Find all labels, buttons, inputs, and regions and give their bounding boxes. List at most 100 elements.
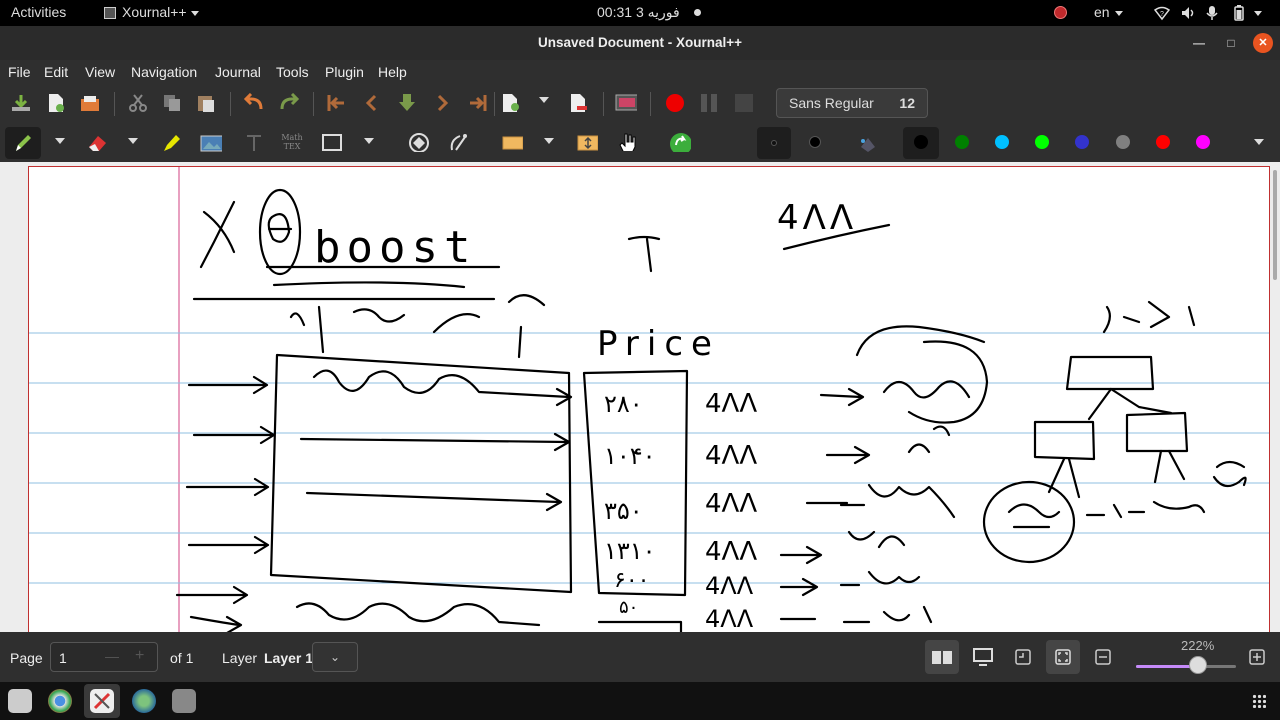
menu-bar: File Edit View Navigation Journal Tools … [0,60,1280,84]
menu-navigation[interactable]: Navigation [131,64,197,80]
insert-page-icon[interactable] [500,93,522,113]
font-selector-button[interactable]: Sans Regular 12 [776,88,928,118]
minimize-button[interactable]: — [1189,33,1209,53]
previous-page-icon[interactable] [361,93,383,113]
ink-top-note: 4ΛΛ [777,198,857,238]
presentation-mode-icon[interactable] [615,93,637,113]
ink-row-value-2: 4ΛΛ [705,441,757,471]
open-folder-icon[interactable] [79,93,101,113]
zoom-in-button[interactable] [1240,640,1274,674]
page-sheet[interactable]: boost Price ۲۸۰ ۱۰۴۰ ۳۵۰ ۱۳۱۰ ۶۰۰ ۵۰ 4ΛΛ… [28,166,1270,632]
zoom-out-button[interactable] [1086,640,1120,674]
paste-icon[interactable] [195,93,217,113]
last-page-icon[interactable] [466,93,488,113]
menu-edit[interactable]: Edit [44,64,68,80]
globe-app-icon[interactable] [132,689,156,713]
tools-toolbar: Math TEX [0,122,1280,266]
new-document-icon[interactable] [45,93,67,113]
zoom-slider-handle[interactable] [1189,656,1207,674]
window-titlebar: Unsaved Document - Xournal++ — □ ✕ [0,26,1280,60]
color-swatch-magenta[interactable] [1196,135,1210,149]
record-audio-icon[interactable] [664,93,686,113]
cut-icon[interactable] [127,93,149,113]
battery-icon[interactable] [1232,5,1246,21]
activities-button[interactable]: Activities [11,4,66,20]
main-toolbar: Sans Regular 12 [0,84,1280,122]
highlighter-icon[interactable] [161,133,183,153]
color-swatch-green[interactable] [955,135,969,149]
rectangle-shape-icon[interactable] [321,133,343,153]
color-swatch-blue[interactable] [1075,135,1089,149]
microphone-icon[interactable] [1206,5,1218,21]
play-audio-icon[interactable] [669,132,691,152]
document-canvas[interactable]: boost Price ۲۸۰ ۱۰۴۰ ۳۵۰ ۱۳۱۰ ۶۰۰ ۵۰ 4ΛΛ… [0,162,1280,632]
page-increment-button[interactable]: + [135,647,144,665]
select-options-chevron-icon[interactable] [544,138,554,144]
eraser-icon[interactable] [87,133,109,153]
page-number-input[interactable]: 1 — + [50,642,158,672]
vertical-space-icon[interactable] [576,133,598,153]
math-tex-button[interactable]: Math TEX [279,133,305,155]
show-apps-grid-icon[interactable] [1252,694,1266,708]
first-page-icon[interactable] [326,93,348,113]
redo-icon[interactable] [278,93,300,113]
color-swatch-black[interactable] [914,135,928,149]
menu-tools[interactable]: Tools [276,64,309,80]
view-fullscreen-button[interactable] [1006,640,1040,674]
undo-icon[interactable] [243,93,265,113]
fill-color-icon[interactable] [857,133,879,153]
save-icon[interactable] [10,93,32,113]
system-menu-chevron-icon[interactable] [1254,11,1262,16]
menu-plugin[interactable]: Plugin [325,64,364,80]
select-rectangle-icon[interactable] [501,133,523,153]
vertical-scrollbar[interactable] [1273,170,1277,280]
pen-size-thick-icon[interactable] [809,136,821,148]
layer-dropdown-button[interactable]: ⌄ [312,642,358,672]
pen-size-medium-button[interactable] [757,127,791,159]
stop-audio-icon[interactable] [733,93,755,113]
pen-options-chevron-icon[interactable] [55,138,65,144]
color-swatch-lime[interactable] [1035,135,1049,149]
menu-file[interactable]: File [8,64,31,80]
language-selector[interactable]: en [1094,4,1110,20]
shape-recognizer-icon[interactable] [448,132,470,152]
pen-tool-button[interactable] [5,127,41,159]
files-app-icon[interactable] [8,689,32,713]
view-dual-page-button[interactable] [925,640,959,674]
zoom-fit-button[interactable] [1046,640,1080,674]
zoom-slider-track[interactable] [1136,665,1236,668]
color-swatch-gray[interactable] [1116,135,1130,149]
goto-page-icon[interactable] [396,93,418,113]
view-presentation-button[interactable] [966,640,1000,674]
ink-price-value-1: ۲۸۰ [604,390,643,418]
chrome-app-icon[interactable] [48,689,72,713]
app-menu-button[interactable]: Xournal++ [122,4,187,20]
menu-help[interactable]: Help [378,64,407,80]
image-icon[interactable] [200,133,222,153]
menu-journal[interactable]: Journal [215,64,261,80]
page-decrement-button[interactable]: — [105,648,119,664]
copy-icon[interactable] [161,93,183,113]
math-tex-label-top: Math [281,133,303,142]
next-page-icon[interactable] [431,93,453,113]
network-icon[interactable]: ? [1154,5,1170,21]
text-tool-icon[interactable] [244,133,266,153]
pause-audio-icon[interactable] [698,93,720,113]
ruler-snap-icon[interactable] [408,132,430,152]
settings-app-icon[interactable] [172,689,196,713]
recording-indicator-icon[interactable] [1054,6,1067,19]
color-swatch-red[interactable] [1156,135,1170,149]
toolbar-overflow-chevron-icon[interactable] [1254,139,1264,145]
maximize-button[interactable]: □ [1221,33,1241,53]
xournal-dock-icon[interactable] [90,689,114,713]
insert-page-dropdown-chevron-icon[interactable] [539,97,549,103]
hand-tool-icon[interactable] [617,131,639,151]
delete-page-icon[interactable] [568,93,590,113]
eraser-options-chevron-icon[interactable] [128,138,138,144]
menu-view[interactable]: View [85,64,115,80]
clock[interactable]: 00:31 فوریه 3 [597,4,680,21]
volume-icon[interactable] [1180,5,1196,21]
close-button[interactable]: ✕ [1253,33,1273,53]
shape-options-chevron-icon[interactable] [364,138,374,144]
color-swatch-cyan[interactable] [995,135,1009,149]
